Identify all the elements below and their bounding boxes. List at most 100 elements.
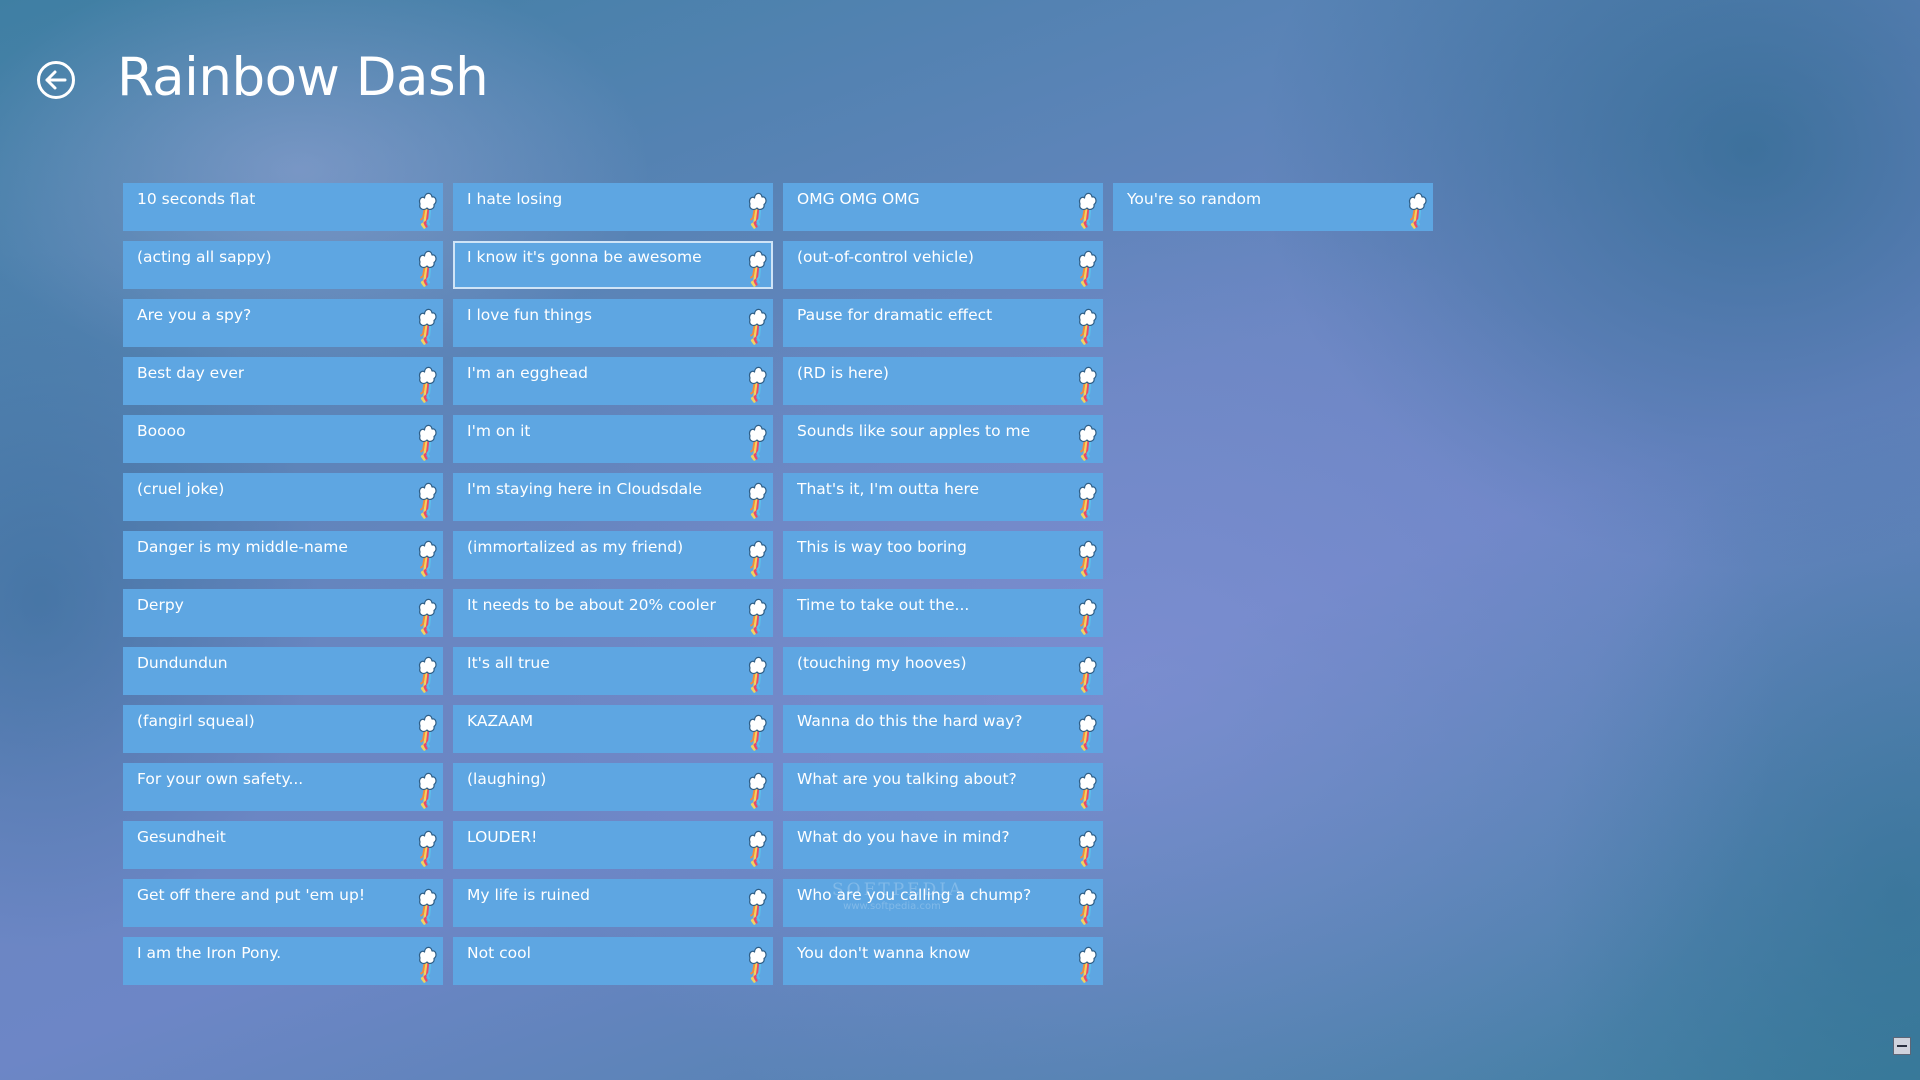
sound-tile-touching-my-hooves[interactable]: (touching my hooves) <box>783 647 1103 695</box>
sound-tile-label: Boooo <box>137 422 186 440</box>
sound-tile-label: Pause for dramatic effect <box>797 306 993 324</box>
sound-tile-label: LOUDER! <box>467 828 538 846</box>
sound-tile-label: Are you a spy? <box>137 306 252 324</box>
sound-tile-this-is-way-too-boring[interactable]: This is way too boring <box>783 531 1103 579</box>
cutie-mark-rainbow-bolt-icon <box>1071 763 1101 811</box>
sound-tile-pause-for-dramatic-effect[interactable]: Pause for dramatic effect <box>783 299 1103 347</box>
cutie-mark-rainbow-bolt-icon <box>1071 937 1101 985</box>
cutie-mark-rainbow-bolt-icon <box>1071 647 1101 695</box>
sound-tile-label: Danger is my middle-name <box>137 538 348 556</box>
sound-tile-immortalized-as-my-friend[interactable]: (immortalized as my friend) <box>453 531 773 579</box>
cutie-mark-rainbow-bolt-icon <box>411 531 441 579</box>
sound-tile-omg-omg-omg[interactable]: OMG OMG OMG <box>783 183 1103 231</box>
sound-tile-laughing[interactable]: (laughing) <box>453 763 773 811</box>
sound-tile-acting-all-sappy[interactable]: (acting all sappy) <box>123 241 443 289</box>
sound-tile-it-needs-to-be-about-20-cooler[interactable]: It needs to be about 20% cooler <box>453 589 773 637</box>
sound-tile-label: I know it's gonna be awesome <box>467 248 702 266</box>
cutie-mark-rainbow-bolt-icon <box>411 589 441 637</box>
cutie-mark-rainbow-bolt-icon <box>741 241 771 289</box>
sound-tile-label: (touching my hooves) <box>797 654 967 672</box>
sound-tile-gesundheit[interactable]: Gesundheit <box>123 821 443 869</box>
sound-tile-label: What do you have in mind? <box>797 828 1010 846</box>
sound-tile-label: I'm staying here in Cloudsdale <box>467 480 703 498</box>
sound-tile-for-your-own-safety[interactable]: For your own safety... <box>123 763 443 811</box>
sound-tile-best-day-ever[interactable]: Best day ever <box>123 357 443 405</box>
cutie-mark-rainbow-bolt-icon <box>741 647 771 695</box>
sound-tile-derpy[interactable]: Derpy <box>123 589 443 637</box>
sound-tile-label: I love fun things <box>467 306 592 324</box>
cutie-mark-rainbow-bolt-icon <box>741 705 771 753</box>
sound-tile-label: Who are you calling a chump? <box>797 886 1032 904</box>
sound-tile-sounds-like-sour-apples-to-me[interactable]: Sounds like sour apples to me <box>783 415 1103 463</box>
sound-tile-you-don-t-wanna-know[interactable]: You don't wanna know <box>783 937 1103 985</box>
sound-tile-i-know-it-s-gonna-be-awesome[interactable]: I know it's gonna be awesome <box>453 241 773 289</box>
cutie-mark-rainbow-bolt-icon <box>1071 473 1101 521</box>
cutie-mark-rainbow-bolt-icon <box>741 531 771 579</box>
sound-tile-i-love-fun-things[interactable]: I love fun things <box>453 299 773 347</box>
sound-tile-what-are-you-talking-about[interactable]: What are you talking about? <box>783 763 1103 811</box>
cutie-mark-rainbow-bolt-icon <box>741 357 771 405</box>
cutie-mark-rainbow-bolt-icon <box>741 589 771 637</box>
sound-tile-rd-is-here[interactable]: (RD is here) <box>783 357 1103 405</box>
sound-tile-dundundun[interactable]: Dundundun <box>123 647 443 695</box>
cutie-mark-rainbow-bolt-icon <box>411 357 441 405</box>
sound-tile-i-hate-losing[interactable]: I hate losing <box>453 183 773 231</box>
sound-tile-label: I hate losing <box>467 190 563 208</box>
cutie-mark-rainbow-bolt-icon <box>411 473 441 521</box>
sound-tile-i-m-an-egghead[interactable]: I'm an egghead <box>453 357 773 405</box>
sound-tile-i-m-staying-here-in-cloudsdale[interactable]: I'm staying here in Cloudsdale <box>453 473 773 521</box>
sound-tile-louder[interactable]: LOUDER! <box>453 821 773 869</box>
sound-tile-time-to-take-out-the[interactable]: Time to take out the... <box>783 589 1103 637</box>
sound-tile-label: Best day ever <box>137 364 245 382</box>
cutie-mark-rainbow-bolt-icon <box>411 647 441 695</box>
cutie-mark-rainbow-bolt-icon <box>411 299 441 347</box>
sound-tile-label: It needs to be about 20% cooler <box>467 596 716 614</box>
sound-tile-label: That's it, I'm outta here <box>797 480 980 498</box>
sound-tile-fangirl-squeal[interactable]: (fangirl squeal) <box>123 705 443 753</box>
sound-tile-it-s-all-true[interactable]: It's all true <box>453 647 773 695</box>
back-button[interactable] <box>36 60 76 100</box>
cutie-mark-rainbow-bolt-icon <box>1071 183 1101 231</box>
sound-tile-who-are-you-calling-a-chump[interactable]: Who are you calling a chump? <box>783 879 1103 927</box>
sound-tile-i-am-the-iron-pony[interactable]: I am the Iron Pony. <box>123 937 443 985</box>
cutie-mark-rainbow-bolt-icon <box>1071 589 1101 637</box>
sound-tile-out-of-control-vehicle[interactable]: (out-of-control vehicle) <box>783 241 1103 289</box>
semantic-zoom-button[interactable] <box>1893 1037 1911 1055</box>
sound-tile-label: (laughing) <box>467 770 547 788</box>
sound-tile-what-do-you-have-in-mind[interactable]: What do you have in mind? <box>783 821 1103 869</box>
sound-tile-that-s-it-i-m-outta-here[interactable]: That's it, I'm outta here <box>783 473 1103 521</box>
sound-tile-label: Time to take out the... <box>797 596 970 614</box>
sound-tile-my-life-is-ruined[interactable]: My life is ruined <box>453 879 773 927</box>
sound-tile-label: OMG OMG OMG <box>797 190 920 208</box>
cutie-mark-rainbow-bolt-icon <box>741 473 771 521</box>
sound-tile-you-re-so-random[interactable]: You're so random <box>1113 183 1433 231</box>
sound-tile-label: Sounds like sour apples to me <box>797 422 1031 440</box>
sound-tile-label: (cruel joke) <box>137 480 225 498</box>
cutie-mark-rainbow-bolt-icon <box>741 299 771 347</box>
sound-tile-label: Dundundun <box>137 654 228 672</box>
sound-tile-label: Get off there and put 'em up! <box>137 886 366 904</box>
sound-tile-wanna-do-this-the-hard-way[interactable]: Wanna do this the hard way? <box>783 705 1103 753</box>
sound-tile-10-seconds-flat[interactable]: 10 seconds flat <box>123 183 443 231</box>
sound-tile-label: (fangirl squeal) <box>137 712 255 730</box>
cutie-mark-rainbow-bolt-icon <box>411 763 441 811</box>
cutie-mark-rainbow-bolt-icon <box>1071 299 1101 347</box>
sound-tile-not-cool[interactable]: Not cool <box>453 937 773 985</box>
cutie-mark-rainbow-bolt-icon <box>411 241 441 289</box>
sound-tile-kazaam[interactable]: KAZAAM <box>453 705 773 753</box>
sound-tile-are-you-a-spy[interactable]: Are you a spy? <box>123 299 443 347</box>
sound-tile-label: My life is ruined <box>467 886 591 904</box>
cutie-mark-rainbow-bolt-icon <box>1071 357 1101 405</box>
cutie-mark-rainbow-bolt-icon <box>741 937 771 985</box>
sound-tile-i-m-on-it[interactable]: I'm on it <box>453 415 773 463</box>
sound-tile-cruel-joke[interactable]: (cruel joke) <box>123 473 443 521</box>
cutie-mark-rainbow-bolt-icon <box>741 415 771 463</box>
sound-tile-label: This is way too boring <box>797 538 967 556</box>
sound-tile-danger-is-my-middle-name[interactable]: Danger is my middle-name <box>123 531 443 579</box>
sound-tile-get-off-there-and-put-em-up[interactable]: Get off there and put 'em up! <box>123 879 443 927</box>
sound-tile-boooo[interactable]: Boooo <box>123 415 443 463</box>
sound-tile-label: It's all true <box>467 654 550 672</box>
cutie-mark-rainbow-bolt-icon <box>1071 705 1101 753</box>
cutie-mark-rainbow-bolt-icon <box>411 937 441 985</box>
sound-tile-label: (out-of-control vehicle) <box>797 248 974 266</box>
